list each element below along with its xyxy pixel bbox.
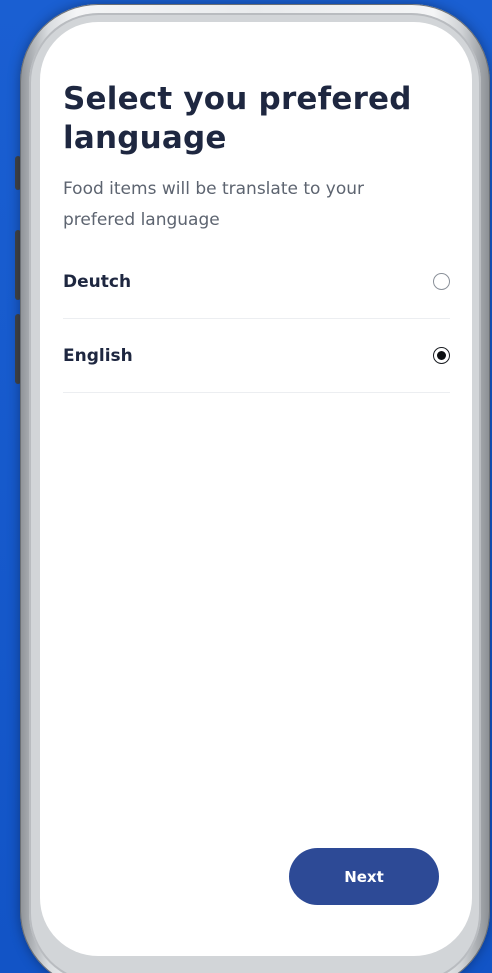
radio-dot	[437, 351, 446, 360]
app-stage: Select you prefered language Food items …	[0, 0, 492, 973]
language-label: English	[63, 345, 133, 366]
phone-screen: Select you prefered language Food items …	[40, 22, 472, 956]
radio-selected-icon[interactable]	[433, 347, 450, 364]
language-option-deutch[interactable]: Deutch	[63, 245, 450, 319]
page-subtitle: Food items will be translate to your pre…	[63, 179, 365, 230]
language-list: Deutch English	[63, 245, 450, 393]
radio-unselected-icon[interactable]	[433, 273, 450, 290]
next-button[interactable]: Next	[289, 848, 439, 905]
language-option-english[interactable]: English	[63, 319, 450, 393]
language-label: Deutch	[63, 271, 132, 292]
page-title: Select you prefered language	[63, 81, 412, 156]
